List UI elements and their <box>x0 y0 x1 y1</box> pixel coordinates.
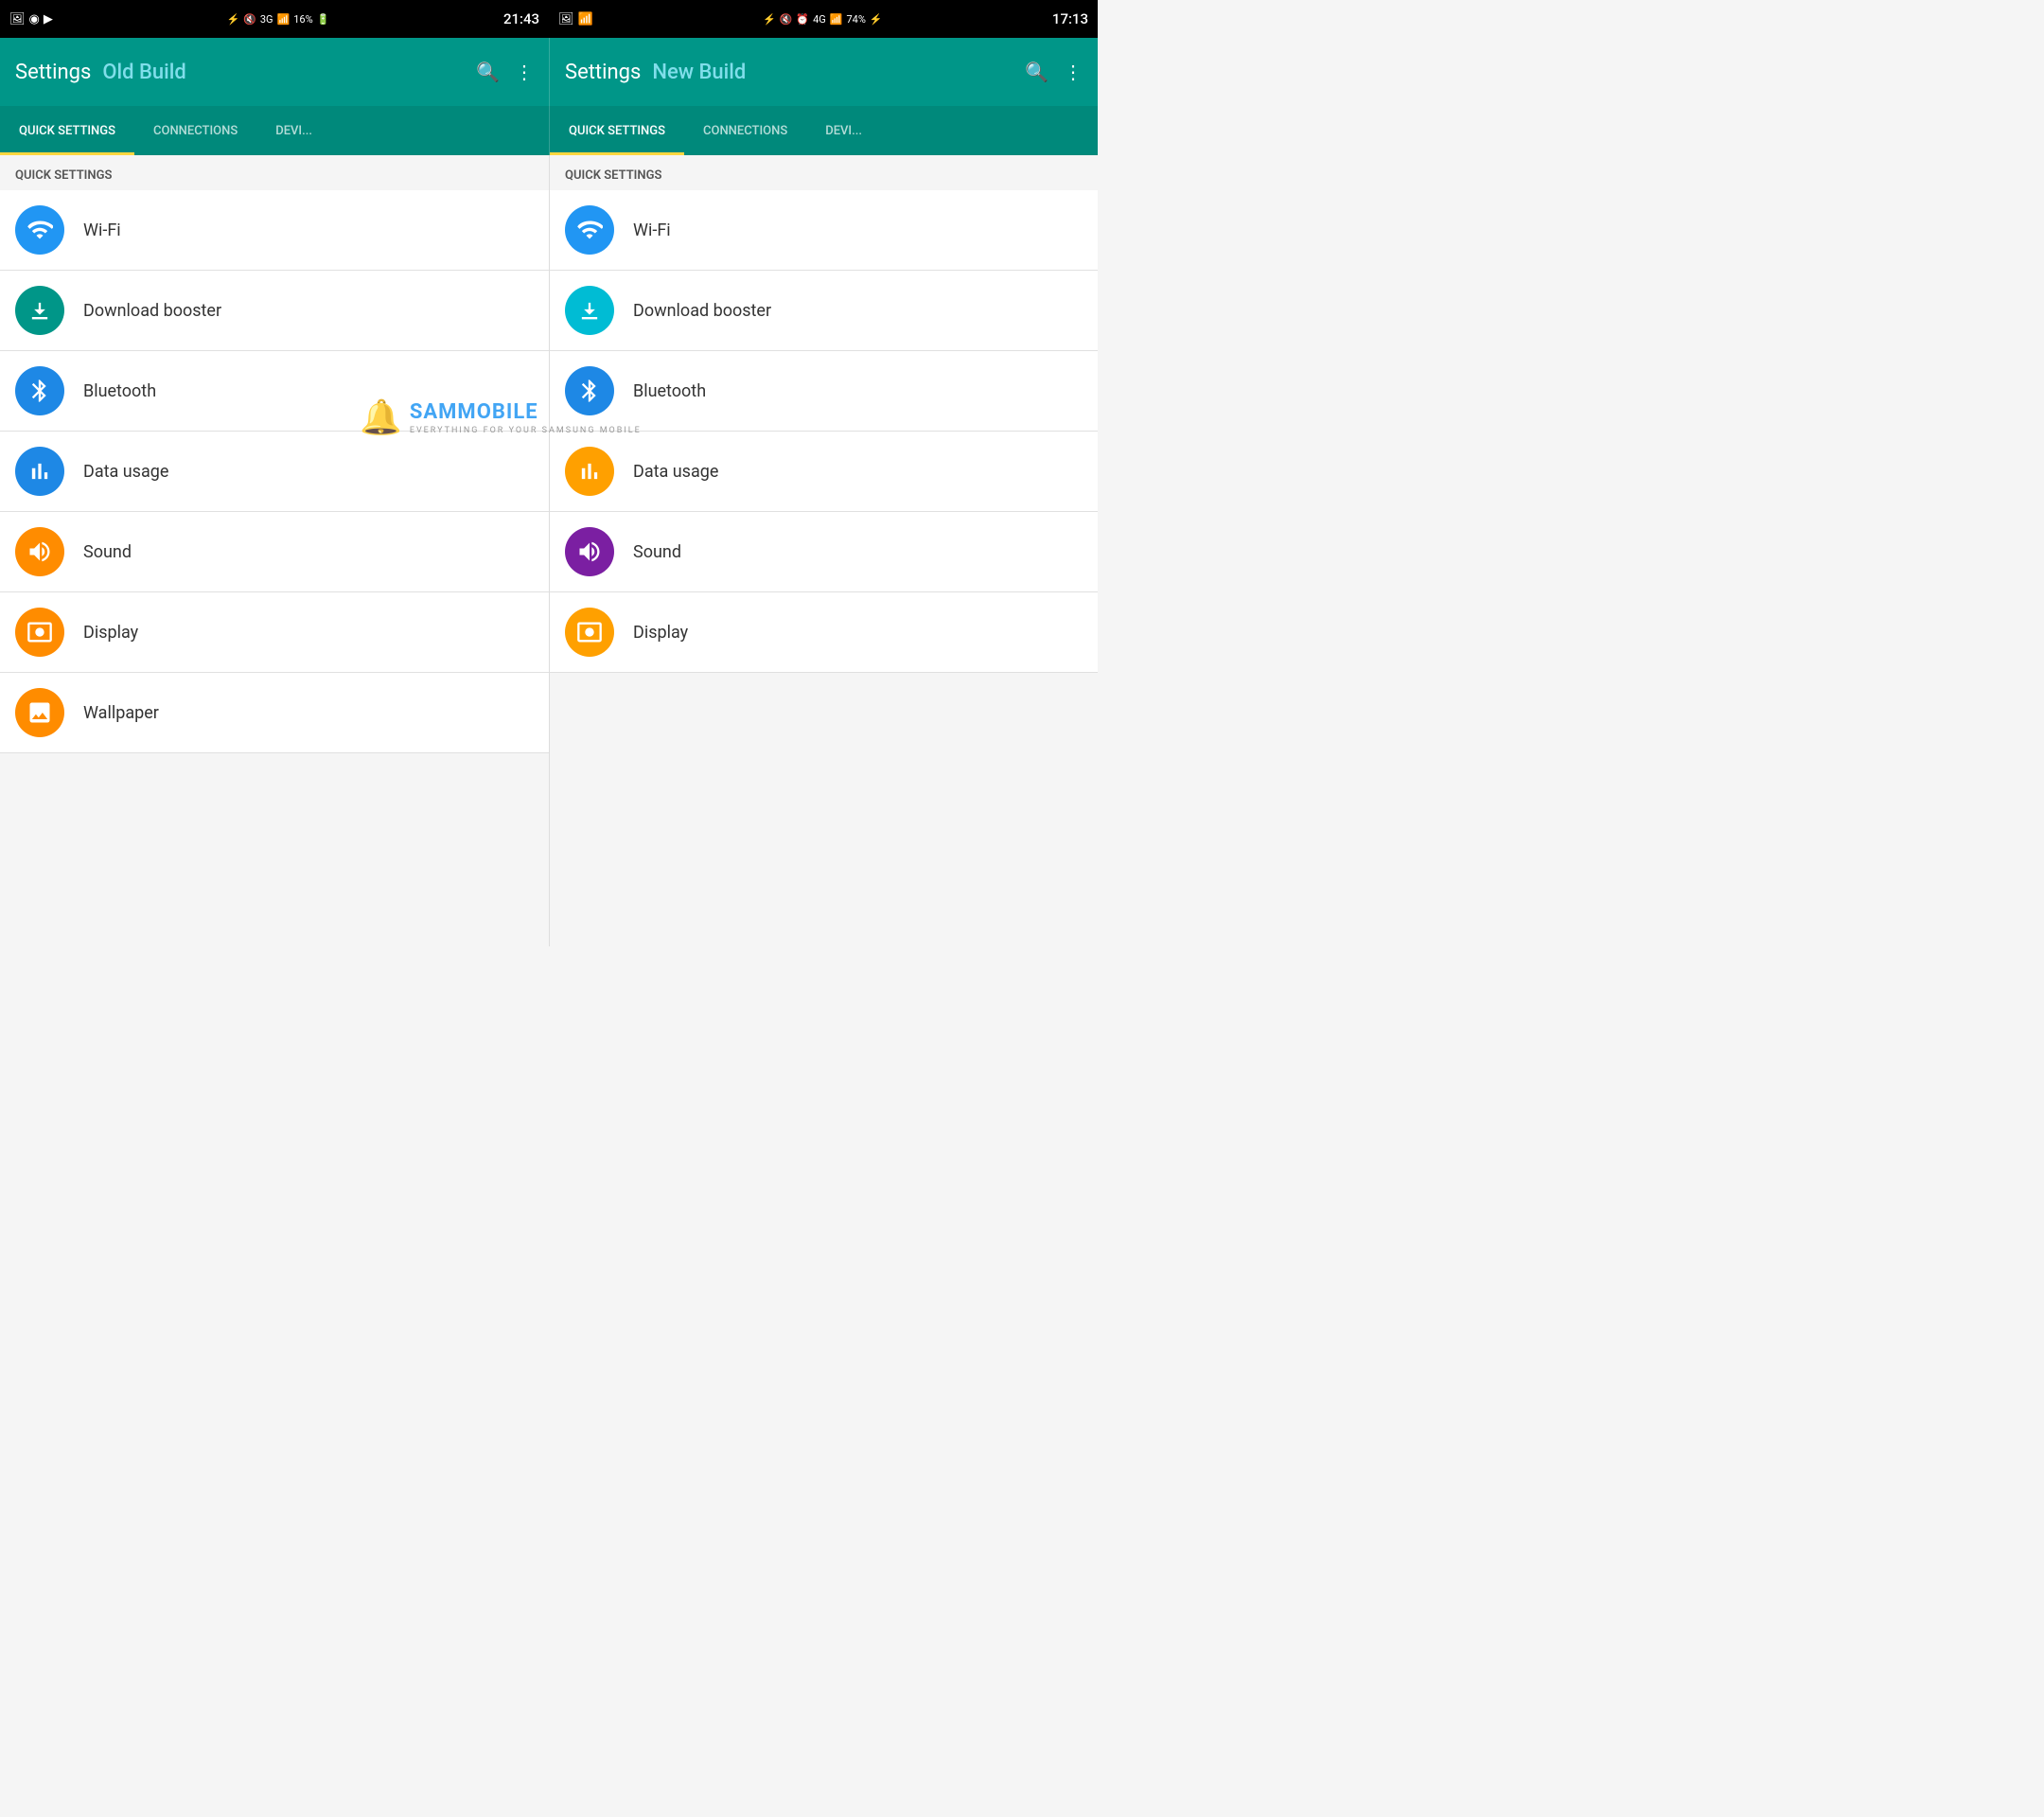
left-sound-item[interactable]: Sound <box>0 512 549 592</box>
left-display-item[interactable]: Display <box>0 592 549 673</box>
right-display-label: Display <box>633 623 688 643</box>
left-status-icons: 🖼 ◉ ▶ <box>9 12 53 26</box>
left-wallpaper-label: Wallpaper <box>83 703 159 723</box>
wifi-status-icon: 📶 <box>578 12 593 26</box>
right-bluetooth-item[interactable]: Bluetooth <box>550 351 1098 432</box>
left-bluetooth-icon <box>15 366 64 415</box>
left-download-booster-icon <box>15 286 64 335</box>
app-header-right: Settings New Build 🔍 ⋮ <box>549 38 1098 106</box>
app-icon-1: ◉ <box>29 12 40 26</box>
right-download-booster-icon <box>565 286 614 335</box>
left-section-header: QUICK SETTINGS <box>0 155 549 190</box>
left-wifi-label: Wi-Fi <box>83 221 121 240</box>
right-bluetooth-icon <box>565 366 614 415</box>
mute-icon-r: 🔇 <box>780 13 793 26</box>
right-data-usage-label: Data usage <box>633 462 718 482</box>
tab-bar-right: QUICK SETTINGS CONNECTIONS DEVI... <box>549 106 1098 155</box>
left-download-booster-label: Download booster <box>83 301 221 321</box>
network-label: 3G <box>260 13 273 26</box>
status-bar-left: 🖼 ◉ ▶ ⚡ 🔇 3G 📶 16% 🔋 21:43 <box>0 0 549 38</box>
battery-label: 16% <box>293 13 312 26</box>
left-download-booster-item[interactable]: Download booster <box>0 271 549 351</box>
left-wifi-icon <box>15 205 64 255</box>
status-bar-right: 🖼 📶 ⚡ 🔇 ⏰ 4G 📶 74% ⚡ 17:13 <box>549 0 1098 38</box>
right-sound-icon <box>565 527 614 576</box>
left-bluetooth-item[interactable]: Bluetooth <box>0 351 549 432</box>
right-download-booster-label: Download booster <box>633 301 771 321</box>
tab-quick-settings-right[interactable]: QUICK SETTINGS <box>550 106 684 155</box>
left-data-usage-icon <box>15 447 64 496</box>
screenshot-icon-r: 🖼 <box>558 12 574 26</box>
right-signal-icons: ⚡ 🔇 ⏰ 4G 📶 74% ⚡ <box>763 13 883 26</box>
right-time: 17:13 <box>1052 10 1088 27</box>
left-build-label: Old Build <box>102 61 465 84</box>
left-signal-icons: ⚡ 🔇 3G 📶 16% 🔋 <box>226 13 329 26</box>
left-search-button[interactable]: 🔍 <box>476 61 500 83</box>
right-wifi-icon <box>565 205 614 255</box>
right-display-icon <box>565 608 614 657</box>
right-more-button[interactable]: ⋮ <box>1064 61 1083 83</box>
tab-device-left[interactable]: DEVI... <box>256 106 331 155</box>
right-data-usage-icon <box>565 447 614 496</box>
signal-icon-r: 📶 <box>830 13 843 26</box>
bluetooth-status-icon: ⚡ <box>226 13 239 26</box>
right-search-button[interactable]: 🔍 <box>1025 61 1048 83</box>
left-header-title: Settings <box>15 61 91 84</box>
left-more-button[interactable]: ⋮ <box>515 61 534 83</box>
tab-device-right[interactable]: DEVI... <box>806 106 881 155</box>
right-left-icons: 🖼 📶 <box>558 12 593 26</box>
left-time: 21:43 <box>503 10 539 27</box>
right-sound-label: Sound <box>633 542 681 562</box>
left-panel: QUICK SETTINGS Wi-Fi Download booster Bl… <box>0 155 549 946</box>
right-build-label: New Build <box>652 61 1013 84</box>
right-panel: QUICK SETTINGS Wi-Fi Download booster Bl… <box>549 155 1098 946</box>
right-section-header: QUICK SETTINGS <box>550 155 1098 190</box>
tab-quick-settings-left[interactable]: QUICK SETTINGS <box>0 106 134 155</box>
left-wifi-item[interactable]: Wi-Fi <box>0 190 549 271</box>
mute-icon: 🔇 <box>243 13 256 26</box>
tab-connections-left[interactable]: CONNECTIONS <box>134 106 256 155</box>
right-display-item[interactable]: Display <box>550 592 1098 673</box>
right-bluetooth-label: Bluetooth <box>633 381 706 401</box>
right-data-usage-item[interactable]: Data usage <box>550 432 1098 512</box>
tab-connections-right[interactable]: CONNECTIONS <box>684 106 806 155</box>
battery-icon: 🔋 <box>317 13 330 26</box>
app-icon-2: ▶ <box>44 12 53 26</box>
right-wifi-label: Wi-Fi <box>633 221 671 240</box>
left-wallpaper-item[interactable]: Wallpaper <box>0 673 549 753</box>
right-sound-item[interactable]: Sound <box>550 512 1098 592</box>
left-display-label: Display <box>83 623 138 643</box>
left-data-usage-item[interactable]: Data usage <box>0 432 549 512</box>
left-bluetooth-label: Bluetooth <box>83 381 156 401</box>
right-download-booster-item[interactable]: Download booster <box>550 271 1098 351</box>
right-header-title: Settings <box>565 61 641 84</box>
bt-icon-r: ⚡ <box>763 13 776 26</box>
battery-label-r: 74% <box>847 13 866 26</box>
screenshot-icon: 🖼 <box>9 12 26 26</box>
app-header-left: Settings Old Build 🔍 ⋮ <box>0 38 549 106</box>
network-label-r: 4G <box>813 13 826 26</box>
signal-icon: 📶 <box>277 13 291 26</box>
left-display-icon <box>15 608 64 657</box>
alarm-icon: ⏰ <box>796 13 809 26</box>
left-sound-label: Sound <box>83 542 132 562</box>
left-data-usage-label: Data usage <box>83 462 168 482</box>
tab-bar-left: QUICK SETTINGS CONNECTIONS DEVI... <box>0 106 549 155</box>
left-sound-icon <box>15 527 64 576</box>
right-wifi-item[interactable]: Wi-Fi <box>550 190 1098 271</box>
battery-charging-icon: ⚡ <box>870 13 883 26</box>
left-wallpaper-icon <box>15 688 64 737</box>
